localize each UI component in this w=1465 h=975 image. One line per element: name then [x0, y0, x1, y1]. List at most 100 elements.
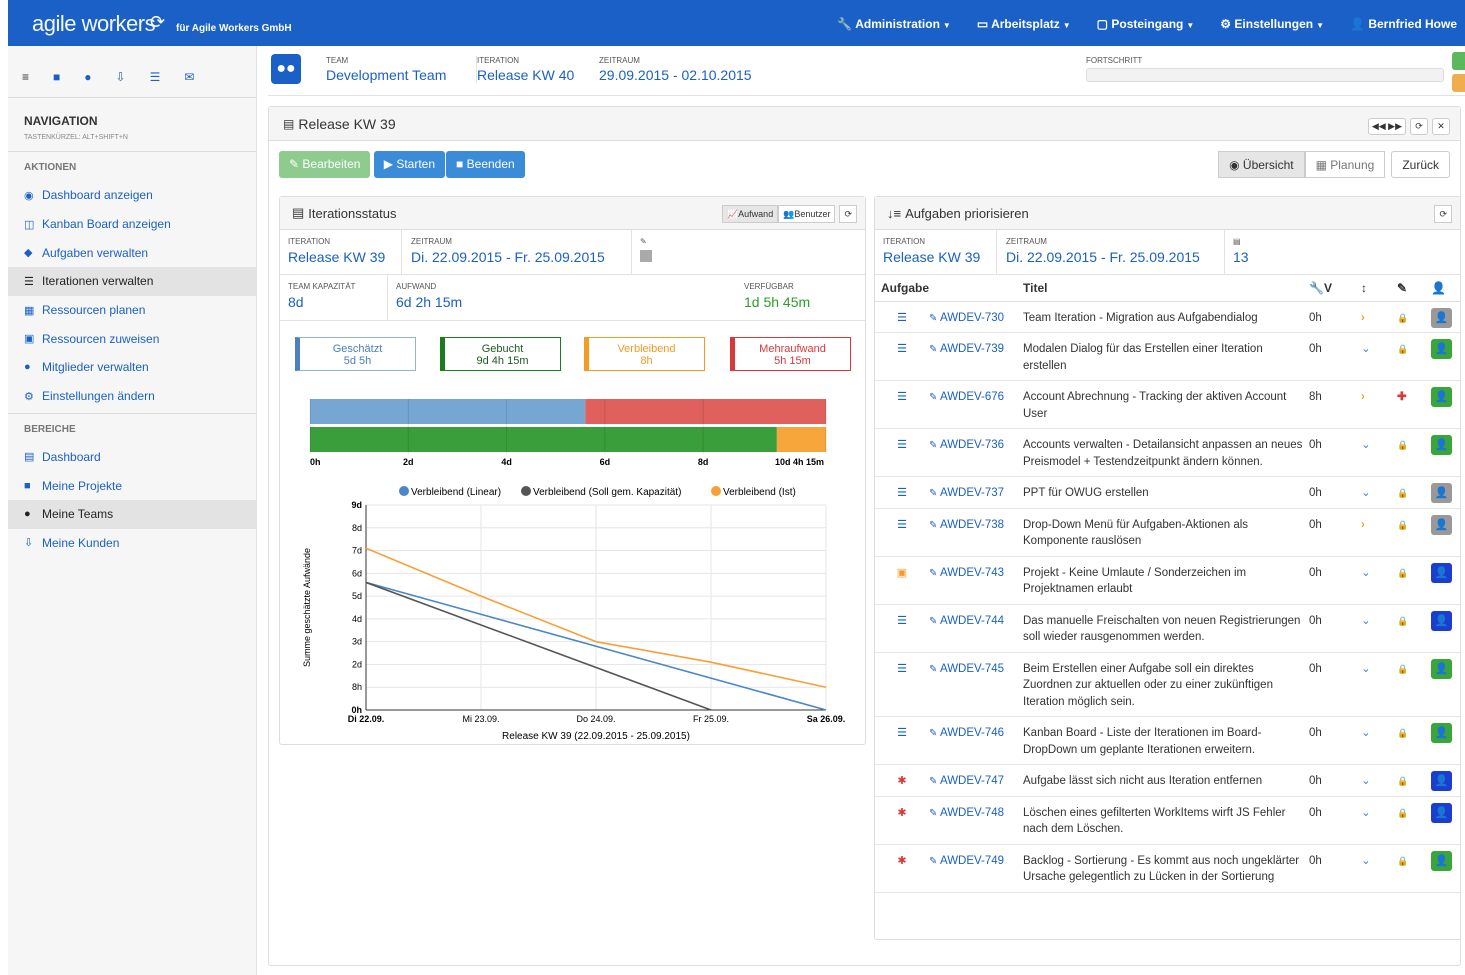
iteration-link[interactable]: Release KW 40	[477, 67, 574, 83]
menu-icon[interactable]: ≡	[22, 70, 29, 84]
briefcase-icon[interactable]: ■	[53, 70, 60, 84]
team-link[interactable]: Development Team	[326, 67, 446, 83]
assign-user-button[interactable]: 👤	[1431, 307, 1452, 328]
chevron-down-icon[interactable]: ⌄	[1361, 615, 1371, 627]
users-icon[interactable]: ●	[84, 70, 91, 84]
chevron-down-icon[interactable]: ⌄	[1361, 567, 1371, 579]
sidebar-item-mitglieder[interactable]: ● Mitglieder verwalten	[8, 353, 256, 382]
sidebar-item-kunden[interactable]: ⇩ Meine Kunden	[8, 529, 256, 558]
task-row[interactable]: ✱ ✎ AWDEV-749 Backlog - Sortierung - Es ko…	[875, 844, 1461, 893]
task-row[interactable]: ✱ ✎ AWDEV-748 Löschen eines gefilterten Wo…	[875, 796, 1461, 845]
sidebar-item-ressourcen-zuweisen[interactable]: ▣ Ressourcen zuweisen	[8, 324, 256, 353]
chevron-down-icon[interactable]: ⌄	[1361, 775, 1371, 787]
list-icon[interactable]: ☰	[150, 70, 161, 84]
edit-icon[interactable]: ✎	[929, 313, 937, 324]
task-row[interactable]: ☰ ✎ AWDEV-736 Accounts verwalten - Detaila…	[875, 428, 1461, 477]
edit-icon[interactable]: ✎	[929, 440, 937, 451]
edit-icon[interactable]: ✎	[929, 776, 937, 787]
chevron-right-icon[interactable]: ›	[1361, 312, 1365, 324]
assign-user-button[interactable]: 👤	[1431, 723, 1452, 744]
assign-user-button[interactable]: 👤	[1431, 562, 1452, 583]
plus-icon[interactable]: ✚	[1397, 391, 1407, 403]
edit-icon[interactable]: ✎	[929, 664, 937, 675]
task-row[interactable]: ☰ ✎ AWDEV-739 Modalen Dialog für das Erste…	[875, 332, 1461, 381]
sidebar-item-einstellungen[interactable]: ⚙ Einstellungen ändern	[8, 382, 256, 411]
end-button[interactable]: ■ Beenden	[446, 151, 525, 178]
toggle-aufwand[interactable]: 📈 Aufwand	[721, 205, 779, 223]
task-key[interactable]: AWDEV-736	[940, 439, 1004, 451]
assign-user-button[interactable]: 👤	[1431, 435, 1452, 456]
task-key[interactable]: AWDEV-748	[940, 807, 1004, 819]
task-row[interactable]: ☰ ✎ AWDEV-730 Team Iteration - Migration a…	[875, 301, 1461, 333]
task-key[interactable]: AWDEV-745	[940, 663, 1004, 675]
toggle-benutzer[interactable]: 👥 Benutzer	[778, 205, 836, 223]
chevron-down-icon[interactable]: ⌄	[1361, 807, 1371, 819]
back-button[interactable]: Zurück	[1391, 151, 1450, 178]
task-key[interactable]: AWDEV-676	[940, 391, 1004, 403]
task-key[interactable]: AWDEV-737	[940, 487, 1004, 499]
edit-icon[interactable]: ✎	[929, 728, 937, 739]
menu-user[interactable]: 👤 Bernfried Howe	[1350, 17, 1457, 31]
green-tab[interactable]	[1452, 52, 1465, 70]
prev-next-icon[interactable]: ◀◀ ▶▶	[1367, 118, 1406, 135]
menu-einstellungen[interactable]: ⚙ Einstellungen ▼	[1220, 17, 1324, 31]
refresh-icon[interactable]: ⟳	[1434, 205, 1452, 223]
refresh-icon[interactable]: ⟳	[839, 205, 857, 223]
mail-icon[interactable]: ✉	[184, 70, 194, 84]
task-key[interactable]: AWDEV-744	[940, 615, 1004, 627]
refresh-icon[interactable]: ⟳	[1410, 118, 1428, 135]
sidebar-item-dashboard[interactable]: ▤ Dashboard	[8, 443, 256, 472]
task-key[interactable]: AWDEV-743	[940, 567, 1004, 579]
chevron-right-icon[interactable]: ›	[1361, 519, 1365, 531]
edit-icon[interactable]: ✎	[929, 344, 937, 355]
sidebar-item-aufgaben[interactable]: ◆ Aufgaben verwalten	[8, 238, 256, 267]
task-row[interactable]: ▣ ✎ AWDEV-743 Projekt - Keine Umlaute / So…	[875, 556, 1461, 605]
planning-button[interactable]: ▦ Planung	[1304, 151, 1386, 178]
task-key[interactable]: AWDEV-738	[940, 519, 1004, 531]
assign-user-button[interactable]: 👤	[1431, 387, 1452, 408]
task-row[interactable]: ☰ ✎ AWDEV-744 Das manuelle Freischalten vo…	[875, 604, 1461, 653]
edit-icon[interactable]: ✎	[929, 856, 937, 867]
edit-icon[interactable]: ✎	[929, 568, 937, 579]
assign-user-button[interactable]: 👤	[1431, 850, 1452, 871]
task-row[interactable]: ☰ ✎ AWDEV-737 PPT für OWUG erstellen 0h ⌄ 🔒 👤	[875, 476, 1461, 509]
chevron-down-icon[interactable]: ⌄	[1361, 663, 1371, 675]
sidebar-item-projekte[interactable]: ■ Meine Projekte	[8, 471, 256, 500]
sidebar-item-dashboard-anzeigen[interactable]: ◉ Dashboard anzeigen	[8, 181, 256, 210]
assign-user-button[interactable]: 👤	[1431, 610, 1452, 631]
edit-button[interactable]: ✎ Bearbeiten	[279, 151, 371, 178]
task-row[interactable]: ✱ ✎ AWDEV-747 Aufgabe lässt sich nicht aus…	[875, 764, 1461, 797]
task-key[interactable]: AWDEV-746	[940, 727, 1004, 739]
chevron-down-icon[interactable]: ⌄	[1361, 487, 1371, 499]
orange-tab[interactable]	[1452, 74, 1465, 92]
assign-user-button[interactable]: 👤	[1431, 339, 1452, 360]
task-row[interactable]: ☰ ✎ AWDEV-738 Drop-Down Menü für Aufgaben-…	[875, 508, 1461, 557]
overview-button[interactable]: ◉ Übersicht	[1218, 151, 1305, 178]
chevron-down-icon[interactable]: ⌄	[1361, 855, 1371, 867]
chevron-down-icon[interactable]: ⌄	[1361, 343, 1371, 355]
chevron-down-icon[interactable]: ⌄	[1361, 727, 1371, 739]
edit-icon[interactable]: ✎	[929, 392, 937, 403]
task-key[interactable]: AWDEV-739	[940, 343, 1004, 355]
menu-administration[interactable]: 🔧 Administration ▼	[837, 17, 950, 31]
chevron-right-icon[interactable]: ›	[1361, 391, 1365, 403]
task-key[interactable]: AWDEV-749	[940, 855, 1004, 867]
menu-arbeitsplatz[interactable]: ▭ Arbeitsplatz ▼	[977, 17, 1071, 31]
sidebar-item-kanban[interactable]: ◫ Kanban Board anzeigen	[8, 210, 256, 239]
assign-user-button[interactable]: 👤	[1431, 658, 1452, 679]
app-logo[interactable]: agile workers	[32, 11, 156, 37]
person-icon[interactable]: ⇩	[116, 70, 126, 84]
assign-user-button[interactable]: 👤	[1431, 771, 1452, 792]
start-button[interactable]: ▶ Starten	[373, 151, 446, 178]
sidebar-item-teams[interactable]: ● Meine Teams	[8, 499, 256, 529]
task-row[interactable]: ☰ ✎ AWDEV-676 Account Abrechnung - Trackin…	[875, 380, 1461, 429]
edit-icon[interactable]: ✎	[929, 520, 937, 531]
menu-posteingang[interactable]: ▢ Posteingang ▼	[1097, 17, 1195, 31]
assign-user-button[interactable]: 👤	[1431, 802, 1452, 823]
task-row[interactable]: ☰ ✎ AWDEV-745 Beim Erstellen einer Aufgabe…	[875, 652, 1461, 717]
edit-icon[interactable]: ✎	[929, 616, 937, 627]
chevron-down-icon[interactable]: ⌄	[1361, 439, 1371, 451]
sidebar-item-ressourcen-planen[interactable]: ▦ Ressourcen planen	[8, 296, 256, 325]
assign-user-button[interactable]: 👤	[1431, 514, 1452, 535]
sidebar-item-iterationen[interactable]: ☰ Iterationen verwalten	[8, 267, 256, 296]
